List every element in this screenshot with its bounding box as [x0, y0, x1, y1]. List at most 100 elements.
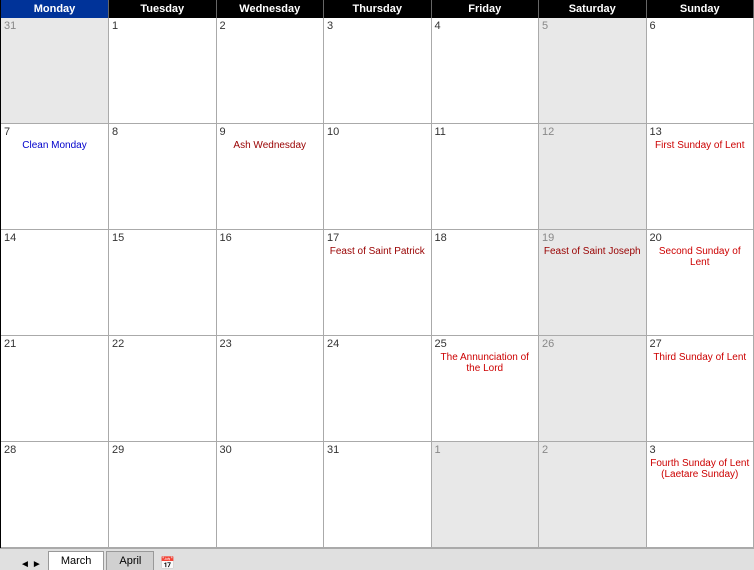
header-day-monday: Monday: [1, 0, 109, 18]
day-number: 10: [327, 126, 428, 138]
day-number: 13: [650, 126, 751, 138]
calendar-event[interactable]: Third Sunday of Lent: [650, 352, 751, 363]
calendar-wrapper: MondayTuesdayWednesdayThursdayFridaySatu…: [0, 0, 754, 570]
day-number: 23: [220, 338, 321, 350]
prev-month-button[interactable]: ◄: [20, 559, 30, 570]
day-number: 16: [220, 232, 321, 244]
day-number: 25: [435, 338, 536, 350]
day-number: 8: [112, 126, 213, 138]
day-number: 2: [220, 20, 321, 32]
tab-bar: ◄► MarchApril 📅: [0, 548, 754, 570]
day-cell[interactable]: 6: [647, 18, 754, 123]
day-cell[interactable]: 3: [324, 18, 432, 123]
day-number: 4: [435, 20, 536, 32]
next-month-button[interactable]: ►: [32, 559, 42, 570]
day-cell[interactable]: 31: [1, 18, 109, 123]
day-number: 3: [650, 444, 751, 456]
day-cell[interactable]: 14: [1, 230, 109, 335]
day-cell[interactable]: 27 Third Sunday of Lent: [647, 336, 754, 441]
header-day-saturday: Saturday: [539, 0, 647, 18]
day-number: 30: [220, 444, 321, 456]
header-day-tuesday: Tuesday: [109, 0, 217, 18]
day-number: 11: [435, 126, 536, 138]
header-day-wednesday: Wednesday: [217, 0, 325, 18]
day-cell[interactable]: 1: [432, 442, 540, 547]
calendar-event[interactable]: First Sunday of Lent: [650, 140, 751, 151]
calendar-event[interactable]: Ash Wednesday: [220, 140, 321, 151]
calendar-event[interactable]: Feast of Saint Joseph: [542, 246, 643, 257]
calendar-icon[interactable]: 📅: [160, 556, 175, 570]
week-row-1: 7 Clean Monday 89 Ash Wednesday 10 11 12 13 Firs…: [1, 124, 754, 230]
week-row-2: 14 15 16 17 Feast of Saint Patrick 18 19 Feast …: [1, 230, 754, 336]
day-cell[interactable]: 17 Feast of Saint Patrick: [324, 230, 432, 335]
week-row-3: 21 22 23 24 25 The Annunciation of the Lord 26…: [1, 336, 754, 442]
day-number: 14: [4, 232, 105, 244]
day-cell[interactable]: 2: [217, 18, 325, 123]
calendar-event[interactable]: Feast of Saint Patrick: [327, 246, 428, 257]
week-row-0: 31123456: [1, 18, 754, 124]
day-number: 22: [112, 338, 213, 350]
day-number: 1: [435, 444, 536, 456]
day-cell[interactable]: 8: [109, 124, 217, 229]
day-number: 5: [542, 20, 643, 32]
day-number: 12: [542, 126, 643, 138]
day-cell[interactable]: 23: [217, 336, 325, 441]
day-cell[interactable]: 20 Second Sunday of Lent: [647, 230, 754, 335]
day-number: 26: [542, 338, 643, 350]
header-day-thursday: Thursday: [324, 0, 432, 18]
day-cell[interactable]: 11: [432, 124, 540, 229]
day-cell[interactable]: 18: [432, 230, 540, 335]
header-row: MondayTuesdayWednesdayThursdayFridaySatu…: [1, 0, 754, 18]
day-number: 31: [327, 444, 428, 456]
day-cell[interactable]: 9 Ash Wednesday: [217, 124, 325, 229]
week-row-4: 28 29 30 31 123 Fourth Sunday of Lent (Laetar…: [1, 442, 754, 548]
day-cell[interactable]: 1: [109, 18, 217, 123]
day-cell[interactable]: 26: [539, 336, 647, 441]
day-number: 19: [542, 232, 643, 244]
calendar-event[interactable]: Fourth Sunday of Lent (Laetare Sunday): [650, 458, 751, 480]
day-cell[interactable]: 4: [432, 18, 540, 123]
day-cell[interactable]: 21: [1, 336, 109, 441]
day-cell[interactable]: 16: [217, 230, 325, 335]
day-number: 24: [327, 338, 428, 350]
calendar-event[interactable]: Second Sunday of Lent: [650, 246, 751, 268]
day-number: 2: [542, 444, 643, 456]
day-cell[interactable]: 29: [109, 442, 217, 547]
day-cell[interactable]: 25 The Annunciation of the Lord: [432, 336, 540, 441]
day-cell[interactable]: 7 Clean Monday: [1, 124, 109, 229]
day-number: 1: [112, 20, 213, 32]
day-number: 29: [112, 444, 213, 456]
day-cell[interactable]: 24: [324, 336, 432, 441]
day-number: 18: [435, 232, 536, 244]
calendar-event[interactable]: Clean Monday: [4, 140, 105, 151]
day-cell[interactable]: 30: [217, 442, 325, 547]
header-day-sunday: Sunday: [647, 0, 754, 18]
day-cell[interactable]: 22: [109, 336, 217, 441]
day-number: 17: [327, 232, 428, 244]
day-cell[interactable]: 2: [539, 442, 647, 547]
day-cell[interactable]: 3 Fourth Sunday of Lent (Laetare Sunday): [647, 442, 754, 547]
day-cell[interactable]: 31: [324, 442, 432, 547]
weeks-container: 311234567Clean Monday89Ash Wednesday1011…: [1, 18, 754, 548]
day-number: 3: [327, 20, 428, 32]
day-number: 9: [220, 126, 321, 138]
day-cell[interactable]: 5: [539, 18, 647, 123]
day-number: 21: [4, 338, 105, 350]
day-cell[interactable]: 13 First Sunday of Lent: [647, 124, 754, 229]
day-number: 27: [650, 338, 751, 350]
day-cell[interactable]: 15: [109, 230, 217, 335]
day-number: 20: [650, 232, 751, 244]
tab-march[interactable]: March: [48, 551, 105, 570]
day-number: 7: [4, 126, 105, 138]
header-day-friday: Friday: [432, 0, 540, 18]
calendar-grid: MondayTuesdayWednesdayThursdayFridaySatu…: [0, 0, 754, 548]
day-number: 28: [4, 444, 105, 456]
day-number: 6: [650, 20, 751, 32]
tab-april[interactable]: April: [106, 551, 154, 570]
day-cell[interactable]: 28: [1, 442, 109, 547]
day-number: 15: [112, 232, 213, 244]
day-cell[interactable]: 10: [324, 124, 432, 229]
day-cell[interactable]: 19 Feast of Saint Joseph: [539, 230, 647, 335]
calendar-event[interactable]: The Annunciation of the Lord: [435, 352, 536, 374]
day-cell[interactable]: 12: [539, 124, 647, 229]
